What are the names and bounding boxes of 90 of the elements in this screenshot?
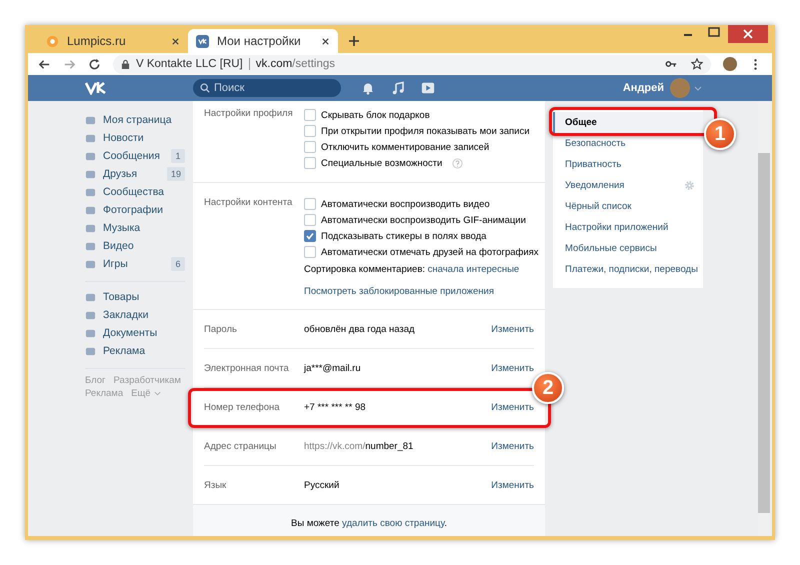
chevron-down-icon [154, 391, 161, 396]
lock-icon [121, 58, 130, 70]
menu-item[interactable]: Общее [553, 112, 703, 133]
blocked-apps-link[interactable]: Посмотреть заблокированные приложения [304, 286, 539, 297]
setting-label: Язык [204, 480, 228, 490]
setting-label: Номер телефона [204, 402, 281, 412]
nav-item[interactable]: Новости [85, 129, 185, 147]
setting-value: +7 *** *** ** 98 [304, 402, 367, 412]
checkbox-option[interactable]: Скрывать блок подарков [304, 108, 530, 122]
chevron-down-icon[interactable] [694, 86, 702, 90]
close-icon[interactable] [171, 36, 180, 46]
checkbox[interactable] [304, 214, 316, 226]
tab-title: Мои настройки [217, 34, 302, 48]
setting-value: ja***@mail.ru [304, 362, 362, 374]
nav-item[interactable]: Закладки [85, 306, 185, 324]
setting-label: Пароль [204, 324, 238, 334]
nav-item[interactable]: Документы [85, 324, 185, 342]
profile-avatar[interactable] [723, 57, 737, 71]
checkbox-option[interactable]: Автоматически отмечать друзей на фотографиях [304, 245, 539, 259]
play-icon[interactable] [421, 81, 435, 95]
tab-title: Lumpics.ru [67, 34, 127, 48]
checkbox-option[interactable]: Подсказывать стикеры в полях ввода [304, 229, 539, 243]
setting-value: https://vk.com/number_81 [304, 440, 414, 452]
sort-link[interactable]: сначала интересные [428, 264, 520, 275]
sort-setting: Сортировка комментариев: сначала интересные [304, 264, 520, 275]
setting-value: обновлён два года назад [304, 324, 416, 334]
new-tab-icon[interactable] [348, 35, 360, 47]
step-badge: 1 [704, 118, 736, 150]
menu-item[interactable]: Платежи, подписки, переводы [553, 259, 703, 280]
delete-page-link[interactable]: удалить свою страницу [342, 518, 444, 528]
browser-tab[interactable]: Lumpics.ru [38, 29, 188, 53]
nav-item[interactable]: Реклама [85, 342, 185, 360]
change-link[interactable]: Изменить [491, 362, 534, 374]
nav-item[interactable]: Сообщения 1 [85, 147, 185, 165]
change-link[interactable]: Изменить [491, 480, 534, 490]
nav-item[interactable]: Видео [85, 237, 185, 255]
back-arrow-icon[interactable] [38, 58, 51, 70]
nav-item[interactable]: Товары [85, 288, 185, 306]
search-field[interactable]: Поиск [193, 79, 341, 97]
setting-label: Электронная почта [204, 362, 290, 374]
checkbox[interactable] [304, 125, 316, 137]
nav-item[interactable]: Фотографии [85, 201, 185, 219]
search-icon [200, 83, 210, 93]
bell-icon[interactable] [361, 81, 375, 95]
checkbox-option[interactable]: Отключить комментирование записей [304, 140, 530, 154]
nav-item[interactable]: Друзья 19 [85, 165, 185, 183]
checkbox-option[interactable]: Автоматически воспроизводить видео [304, 197, 539, 211]
setting-value: Русский [304, 480, 340, 490]
nav-item[interactable]: Моя страница [85, 111, 185, 129]
vk-favicon-icon [196, 34, 209, 48]
count-badge: 19 [166, 167, 185, 181]
checkbox-option[interactable]: Автоматически воспроизводить GIF-анимации [304, 213, 539, 227]
menu-item[interactable]: Чёрный список [553, 196, 703, 217]
section-label: Настройки контента [204, 197, 294, 210]
key-icon[interactable] [665, 58, 677, 70]
sun-favicon-icon [46, 34, 59, 48]
count-badge: 1 [171, 149, 185, 163]
delete-page-text: Вы можете удалить свою страницу. [291, 518, 447, 528]
step-badge: 2 [532, 372, 564, 404]
menu-item[interactable]: Настройки приложений [553, 217, 703, 238]
menu-item[interactable]: Уведомления [553, 175, 703, 196]
checkbox[interactable] [304, 109, 316, 121]
count-badge: 6 [171, 257, 185, 271]
checkbox-option[interactable]: Специальные возможности [304, 156, 530, 170]
close-icon[interactable] [321, 36, 330, 46]
nav-item[interactable]: Музыка [85, 219, 185, 237]
checkbox[interactable] [304, 246, 316, 258]
change-link[interactable]: Изменить [491, 402, 534, 412]
change-link[interactable]: Изменить [491, 324, 534, 334]
close-window-icon[interactable] [728, 25, 768, 43]
url-text: vk.com/settings [256, 58, 336, 70]
site-identity: V Kontakte LLC [RU] [136, 58, 243, 70]
setting-label: Адрес страницы [204, 440, 278, 452]
menu-item[interactable]: Безопасность [553, 133, 703, 154]
checkbox[interactable] [304, 198, 316, 210]
menu-item[interactable]: Приватность [553, 154, 703, 175]
checkbox[interactable] [304, 230, 316, 242]
address-bar[interactable]: V Kontakte LLC [RU] vk.com/settings [113, 54, 711, 74]
menu-item[interactable]: Мобильные сервисы [553, 238, 703, 259]
section-label: Настройки профиля [204, 108, 294, 121]
checkbox[interactable] [304, 141, 316, 153]
checkbox-option[interactable]: При открытии профиля показывать мои записи [304, 124, 530, 138]
reload-icon[interactable] [88, 58, 101, 70]
change-link[interactable]: Изменить [491, 440, 534, 452]
checkbox[interactable] [304, 157, 316, 169]
user-name[interactable]: Андрей [622, 82, 664, 94]
nav-item[interactable]: Сообщества [85, 183, 185, 201]
forward-arrow-icon[interactable] [63, 58, 76, 70]
browser-tab[interactable]: Мои настройки [188, 29, 338, 53]
nav-item[interactable]: Игры 6 [85, 255, 185, 273]
